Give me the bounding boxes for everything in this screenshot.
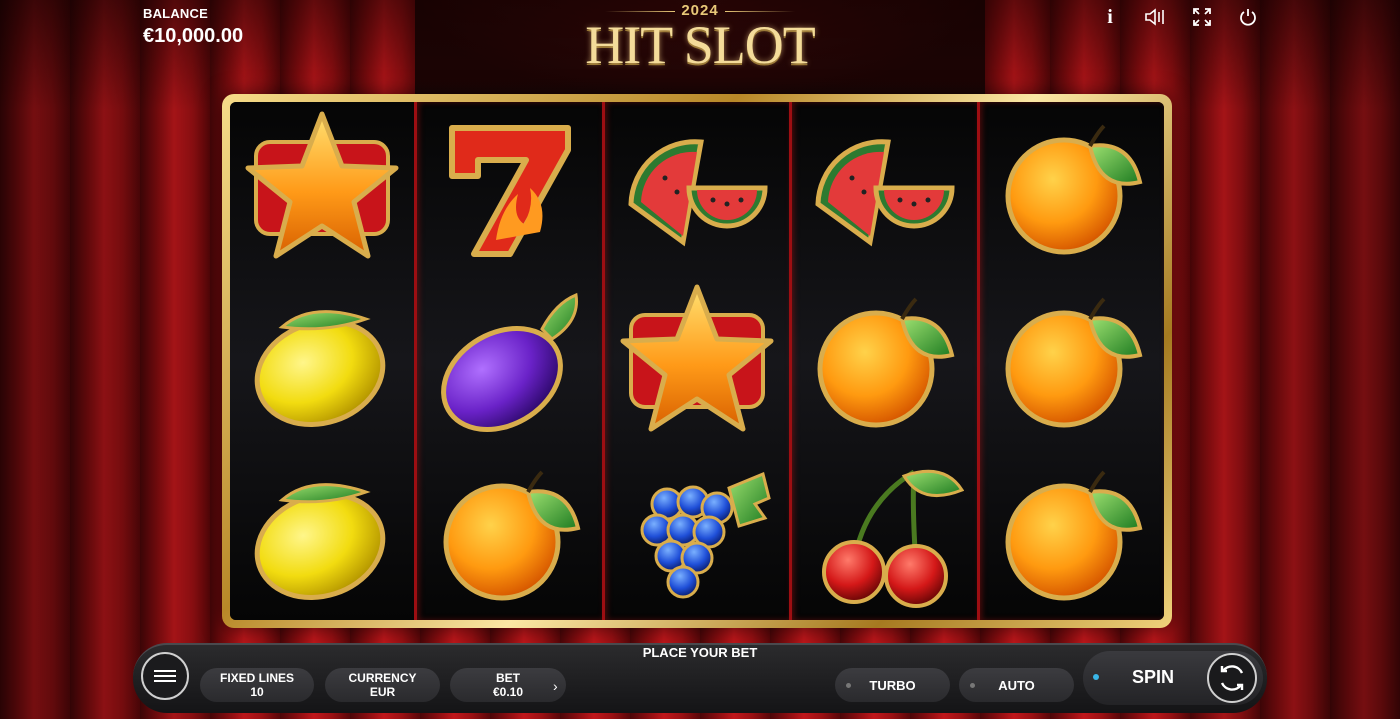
lemon-icon <box>254 482 386 600</box>
plum-icon <box>440 292 578 432</box>
balance-label: BALANCE <box>143 6 208 21</box>
currency-value: EUR <box>369 685 396 699</box>
reel-4-row-1 <box>792 102 976 275</box>
reel-frame <box>222 94 1172 628</box>
refresh-icon <box>1220 665 1244 691</box>
spin-indicator <box>1093 674 1099 680</box>
star-icon <box>620 284 774 432</box>
turbo-toggle[interactable]: TURBO <box>835 668 950 702</box>
turbo-indicator <box>846 683 851 688</box>
orange-icon <box>817 297 955 428</box>
reel-5-row-2 <box>980 275 1164 448</box>
reel-3 <box>601 102 790 620</box>
reel-5 <box>976 102 1164 620</box>
orange-icon <box>1005 297 1143 428</box>
reel-2 <box>414 102 602 620</box>
reel-1 <box>230 102 415 620</box>
balance-value: €10,000.00 <box>143 25 244 47</box>
reel-3-row-1 <box>605 102 789 275</box>
star-icon <box>245 111 399 259</box>
power-icon[interactable] <box>1236 6 1260 28</box>
reel-2-row-2 <box>417 275 601 448</box>
watermelon-icon <box>628 139 768 247</box>
game-logo: 2024 HIT SLOT <box>585 2 816 80</box>
fixed-lines-value: 10 <box>250 685 264 699</box>
reel-3-row-3 <box>605 447 789 620</box>
hamburger-icon <box>154 667 176 685</box>
sound-icon[interactable] <box>1144 6 1168 28</box>
seven-icon <box>448 125 571 258</box>
reel-2-row-1 <box>417 102 601 275</box>
orange-icon <box>443 470 581 601</box>
auto-indicator <box>970 683 975 688</box>
reel-4-row-2 <box>792 275 976 448</box>
balance-display: BALANCE €10,000.00 <box>143 6 243 48</box>
bet-selector[interactable]: BET €0.10 <box>450 668 566 702</box>
lemon-icon <box>254 310 386 428</box>
reel-1-row-1 <box>230 102 414 275</box>
reel-4-row-3 <box>792 447 976 620</box>
orange-icon <box>1005 470 1143 601</box>
cherries-icon <box>822 469 965 608</box>
currency-label: CURRENCY <box>348 671 417 685</box>
auto-label: AUTO <box>998 677 1035 693</box>
top-toolbar: i <box>1098 6 1260 28</box>
logo-title: HIT SLOT <box>585 15 816 75</box>
grapes-icon <box>640 471 771 599</box>
fullscreen-icon[interactable] <box>1190 6 1214 28</box>
bet-value: €0.10 <box>492 685 524 699</box>
reel-2-row-3 <box>417 447 601 620</box>
reel-grid <box>230 102 1164 620</box>
bet-label: BET <box>496 671 520 685</box>
chevron-right-icon[interactable]: › <box>553 678 558 694</box>
orange-icon <box>1005 124 1143 255</box>
watermelon-icon <box>815 139 955 247</box>
reel-3-row-2 <box>605 275 789 448</box>
currency-display: CURRENCY EUR <box>325 668 440 702</box>
info-icon[interactable]: i <box>1098 6 1122 28</box>
logo-year: 2024 <box>603 2 719 19</box>
reel-4 <box>789 102 977 620</box>
spin-button[interactable] <box>1207 653 1257 703</box>
spin-label[interactable]: SPIN <box>1122 667 1184 688</box>
fixed-lines-label: FIXED LINES <box>219 671 294 685</box>
reel-5-row-3 <box>980 447 1164 620</box>
fixed-lines-display: FIXED LINES 10 <box>200 668 314 702</box>
info-glyph: i <box>1107 5 1113 28</box>
menu-button[interactable] <box>141 652 189 700</box>
turbo-label: TURBO <box>869 677 916 693</box>
auto-toggle[interactable]: AUTO <box>959 668 1074 702</box>
reel-1-row-2 <box>230 275 414 448</box>
reel-1-row-3 <box>230 447 414 620</box>
reel-5-row-1 <box>980 102 1164 275</box>
